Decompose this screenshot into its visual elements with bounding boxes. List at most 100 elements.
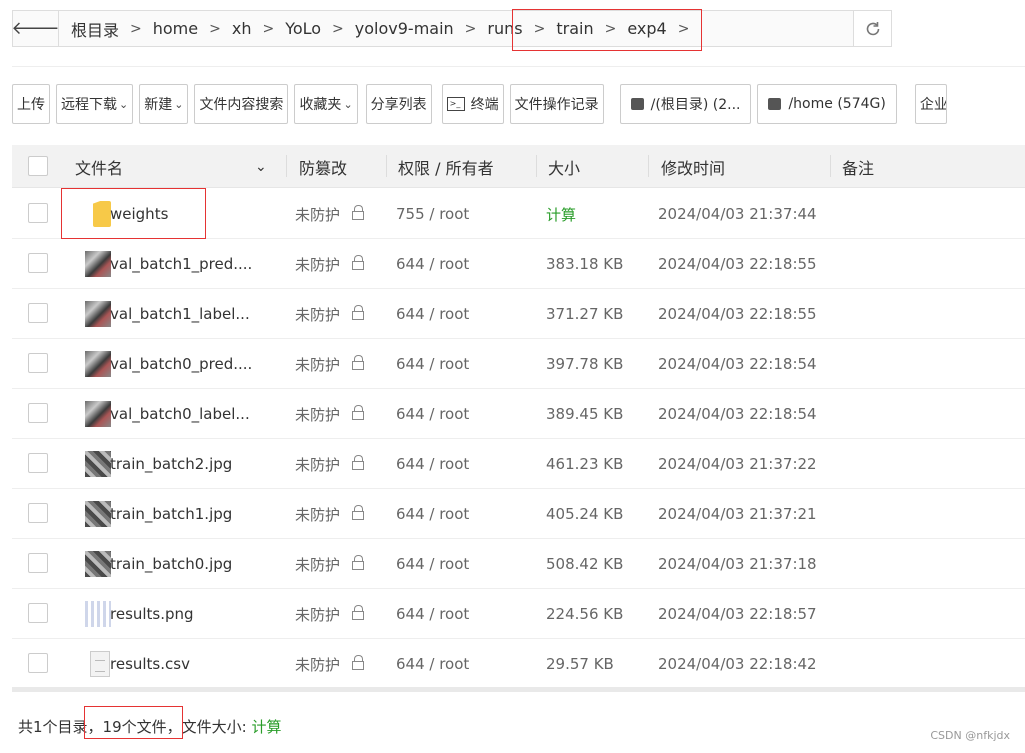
lock-icon[interactable]: [352, 254, 365, 270]
back-arrow-icon[interactable]: 🡐: [11, 11, 60, 46]
file-name[interactable]: train_batch0.jpg: [110, 539, 232, 589]
file-name[interactable]: val_batch0_pred....: [110, 339, 252, 389]
permission-owner[interactable]: 644 / root: [396, 289, 469, 339]
modified-time: 2024/04/03 22:18:57: [658, 605, 817, 623]
sort-chevron-down-icon[interactable]: ⌄: [255, 145, 267, 188]
select-all-checkbox[interactable]: [28, 156, 48, 176]
breadcrumb-item[interactable]: 根目录: [67, 17, 123, 41]
permission-owner[interactable]: 644 / root: [396, 389, 469, 439]
row-checkbox[interactable]: [28, 503, 48, 523]
breadcrumb-item[interactable]: yolov9-main: [351, 19, 458, 38]
image-thumbnail-icon: [85, 301, 111, 327]
chevron-right-icon: >: [262, 20, 275, 37]
header-perm[interactable]: 权限 / 所有者: [398, 145, 494, 188]
modified-time: 2024/04/03 22:18:54: [658, 405, 817, 423]
footer-summary-text: 共1个目录，19个文件，文件大小:: [18, 718, 247, 736]
footer-calc-link[interactable]: 计算: [251, 718, 281, 736]
file-name[interactable]: weights: [110, 189, 168, 239]
chevron-right-icon: >: [130, 20, 142, 37]
terminal-label: 终端: [470, 97, 499, 113]
breadcrumb-item[interactable]: exp4: [623, 19, 670, 38]
remote-download-button[interactable]: 远程下载 ⌄: [56, 84, 134, 124]
breadcrumb-item[interactable]: runs: [483, 19, 526, 38]
row-checkbox[interactable]: [28, 353, 48, 373]
content-search-button[interactable]: 文件内容搜索: [194, 84, 289, 124]
favorites-button[interactable]: 收藏夹 ⌄: [294, 84, 358, 124]
upload-button[interactable]: 上传: [12, 84, 50, 124]
disk-root-label: /(根目录) (2...: [650, 97, 741, 113]
toolbar: 上传 远程下载 ⌄ 新建 ⌄ 文件内容搜索 收藏夹 ⌄ 分享列表 >_ 终端 文件操作记…: [12, 84, 947, 124]
table-row[interactable]: train_batch0.jpg 未防护 644 / root 508.42 KB 20…: [12, 539, 1025, 589]
table-row[interactable]: weights 未防护 755 / root 计算 2024/04/03 21:37:4…: [12, 189, 1025, 239]
lock-icon[interactable]: [352, 654, 365, 670]
header-note[interactable]: 备注: [842, 145, 874, 188]
lock-icon[interactable]: [352, 404, 365, 420]
table-row[interactable]: train_batch1.jpg 未防护 644 / root 405.24 KB 20…: [12, 489, 1025, 539]
file-name[interactable]: val_batch1_label...: [110, 289, 250, 339]
permission-owner[interactable]: 644 / root: [396, 239, 469, 289]
header-size[interactable]: 大小: [548, 145, 580, 188]
permission-owner[interactable]: 644 / root: [396, 439, 469, 489]
breadcrumb-item[interactable]: xh: [228, 19, 256, 38]
header-note-label: 备注: [842, 158, 875, 178]
horizontal-scrollbar[interactable]: [12, 687, 1025, 692]
op-log-button[interactable]: 文件操作记录: [509, 84, 604, 124]
lock-icon[interactable]: [352, 554, 365, 570]
table-row[interactable]: train_batch2.jpg 未防护 644 / root 461.23 KB 20…: [12, 439, 1025, 489]
permission-owner[interactable]: 644 / root: [396, 539, 469, 589]
file-name[interactable]: train_batch1.jpg: [110, 489, 232, 539]
header-filename[interactable]: 文件名: [75, 145, 123, 188]
table-row[interactable]: val_batch0_label... 未防护 644 / root 389.45 K…: [12, 389, 1025, 439]
file-size: 371.27 KB: [546, 305, 624, 323]
header-tamper[interactable]: 防篡改: [299, 145, 347, 188]
file-name[interactable]: results.png: [110, 589, 194, 639]
permission-owner[interactable]: 644 / root: [396, 489, 469, 539]
disk-root-button[interactable]: /(根目录) (2...: [619, 84, 752, 124]
lock-icon[interactable]: [352, 204, 365, 220]
row-checkbox[interactable]: [28, 553, 48, 573]
table-row[interactable]: val_batch1_label... 未防护 644 / root 371.27 K…: [12, 289, 1025, 339]
lock-icon[interactable]: [352, 604, 365, 620]
enterprise-button[interactable]: 企业: [914, 84, 947, 124]
breadcrumb-item[interactable]: home: [149, 19, 202, 38]
row-checkbox[interactable]: [28, 253, 48, 273]
row-checkbox[interactable]: [28, 603, 48, 623]
breadcrumb-item[interactable]: train: [552, 19, 597, 38]
image-thumbnail-icon: [85, 351, 111, 377]
row-checkbox[interactable]: [28, 653, 48, 673]
column-divider: [648, 155, 649, 177]
footer-summary: 共1个目录，19个文件，文件大小: 计算: [18, 716, 281, 737]
permission-owner[interactable]: 755 / root: [396, 189, 469, 239]
permission-owner[interactable]: 644 / root: [396, 339, 469, 389]
file-name[interactable]: val_batch1_pred....: [110, 239, 252, 289]
breadcrumb-item[interactable]: YoLo: [281, 19, 325, 38]
table-row[interactable]: results.png 未防护 644 / root 224.56 KB 2024/04…: [12, 589, 1025, 639]
header-mtime[interactable]: 修改时间: [661, 145, 725, 188]
lock-icon[interactable]: [352, 354, 365, 370]
file-name[interactable]: val_batch0_label...: [110, 389, 250, 439]
new-label: 新建: [144, 97, 173, 113]
permission-owner[interactable]: 644 / root: [396, 589, 469, 639]
row-checkbox[interactable]: [28, 303, 48, 323]
terminal-button[interactable]: >_ 终端: [441, 84, 504, 124]
table-row[interactable]: val_batch1_pred.... 未防护 644 / root 383.18 K…: [12, 239, 1025, 289]
share-list-button[interactable]: 分享列表: [365, 84, 432, 124]
file-size[interactable]: 计算: [546, 189, 576, 239]
tamper-status-label: 未防护: [295, 655, 341, 674]
row-checkbox[interactable]: [28, 453, 48, 473]
row-checkbox[interactable]: [28, 403, 48, 423]
lock-icon[interactable]: [352, 304, 365, 320]
disk-home-button[interactable]: /home (574G): [757, 84, 897, 124]
permission-owner[interactable]: 644 / root: [396, 639, 469, 689]
table-row[interactable]: val_batch0_pred.... 未防护 644 / root 397.78 K…: [12, 339, 1025, 389]
new-button[interactable]: 新建 ⌄: [139, 84, 189, 124]
lock-icon[interactable]: [352, 504, 365, 520]
tamper-status-label: 未防护: [295, 505, 341, 524]
lock-icon[interactable]: [352, 454, 365, 470]
file-name[interactable]: results.csv: [110, 639, 190, 689]
table-row[interactable]: results.csv 未防护 644 / root 29.57 KB 2024/04/…: [12, 639, 1025, 689]
file-name[interactable]: train_batch2.jpg: [110, 439, 232, 489]
op-log-label: 文件操作记录: [514, 97, 599, 113]
row-checkbox[interactable]: [28, 203, 48, 223]
refresh-button[interactable]: [853, 11, 891, 46]
